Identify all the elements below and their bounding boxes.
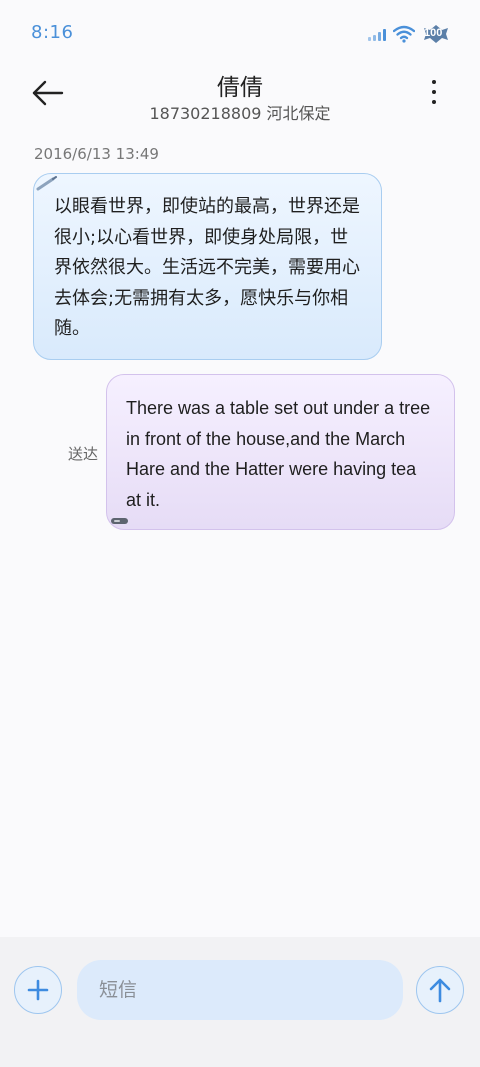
message-timestamp: 2016/6/13 13:49 [34,145,159,163]
conversation-header: 倩倩 18730218809 河北保定 [0,66,480,132]
status-icons: 100 [368,22,448,46]
outgoing-message-bubble[interactable]: There was a table set out under a tree i… [106,374,455,530]
incoming-message-text: 以眼看世界，即使站的最高，世界还是很小;以心看世界，即使身处局限，世界依然很大。… [54,196,360,339]
message-input[interactable] [77,960,403,1020]
compose-bar [0,937,480,1067]
wifi-icon [393,25,415,43]
add-attachment-button[interactable] [14,966,62,1014]
incoming-message-bubble[interactable]: 以眼看世界，即使站的最高，世界还是很小;以心看世界，即使身处局限，世界依然很大。… [33,173,382,360]
arrow-up-icon [429,978,451,1003]
contact-name: 倩倩 [217,75,263,101]
plus-icon [27,979,49,1001]
pen-decoration-icon [36,176,57,191]
more-options-button[interactable] [424,80,444,110]
delivery-status: 送达 [68,445,99,463]
status-time: 8:16 [31,22,74,43]
contact-number-location: 18730218809 河北保定 [149,104,331,123]
clip-decoration-icon [111,518,128,524]
more-vertical-icon [424,80,444,104]
send-button[interactable] [416,966,464,1014]
status-bar: 8:16 100 [0,0,480,66]
battery-level: 100 [424,27,443,39]
outgoing-message-text: There was a table set out under a tree i… [126,398,431,510]
signal-icon [368,27,386,41]
battery-icon: 100 [422,24,448,44]
